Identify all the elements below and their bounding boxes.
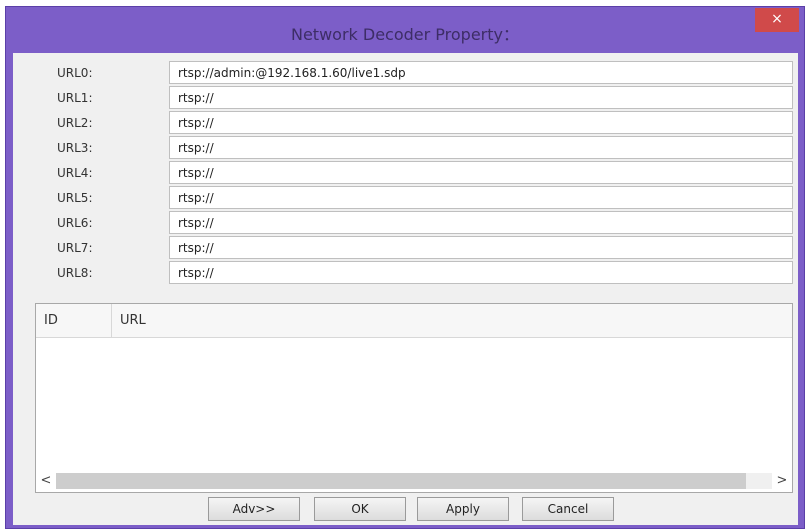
- url2-label: URL2:: [57, 116, 93, 130]
- url5-input[interactable]: [169, 186, 793, 209]
- url0-input[interactable]: [169, 61, 793, 84]
- list-header: ID URL: [36, 304, 792, 338]
- column-header-id[interactable]: ID: [36, 304, 112, 337]
- url-row-6: URL6:: [13, 211, 798, 236]
- url-row-4: URL4:: [13, 161, 798, 186]
- url8-label: URL8:: [57, 266, 93, 280]
- url-row-3: URL3:: [13, 136, 798, 161]
- url-list-view[interactable]: ID URL < >: [35, 303, 793, 493]
- network-decoder-dialog: Network Decoder Property： × URL0: URL1: …: [5, 6, 805, 529]
- url5-label: URL5:: [57, 191, 93, 205]
- url-row-0: URL0:: [13, 61, 798, 86]
- url2-input[interactable]: [169, 111, 793, 134]
- close-icon: ×: [771, 11, 783, 27]
- scroll-right-arrow[interactable]: >: [772, 470, 792, 492]
- url-row-5: URL5:: [13, 186, 798, 211]
- url0-label: URL0:: [57, 66, 93, 80]
- url3-label: URL3:: [57, 141, 93, 155]
- url4-input[interactable]: [169, 161, 793, 184]
- url1-input[interactable]: [169, 86, 793, 109]
- url-row-8: URL8:: [13, 261, 798, 286]
- url4-label: URL4:: [57, 166, 93, 180]
- url6-label: URL6:: [57, 216, 93, 230]
- url3-input[interactable]: [169, 136, 793, 159]
- apply-button[interactable]: Apply: [417, 497, 509, 521]
- url8-input[interactable]: [169, 261, 793, 284]
- url7-label: URL7:: [57, 241, 93, 255]
- url6-input[interactable]: [169, 211, 793, 234]
- adv-button[interactable]: Adv>>: [208, 497, 300, 521]
- ok-button[interactable]: OK: [314, 497, 406, 521]
- close-button[interactable]: ×: [755, 8, 799, 32]
- scroll-track[interactable]: [56, 473, 772, 489]
- url-row-1: URL1:: [13, 86, 798, 111]
- url-row-2: URL2:: [13, 111, 798, 136]
- scroll-left-arrow[interactable]: <: [36, 470, 56, 492]
- list-body[interactable]: [36, 338, 792, 468]
- url7-input[interactable]: [169, 236, 793, 259]
- url1-label: URL1:: [57, 91, 93, 105]
- dialog-title: Network Decoder Property：: [290, 25, 519, 44]
- scroll-thumb[interactable]: [56, 473, 746, 489]
- cancel-button[interactable]: Cancel: [522, 497, 614, 521]
- title-bar[interactable]: Network Decoder Property： ×: [6, 7, 804, 53]
- dialog-client-area: URL0: URL1: URL2: URL3: URL4: URL5: URL6…: [13, 53, 798, 525]
- horizontal-scrollbar[interactable]: < >: [36, 470, 792, 492]
- url-row-7: URL7:: [13, 236, 798, 261]
